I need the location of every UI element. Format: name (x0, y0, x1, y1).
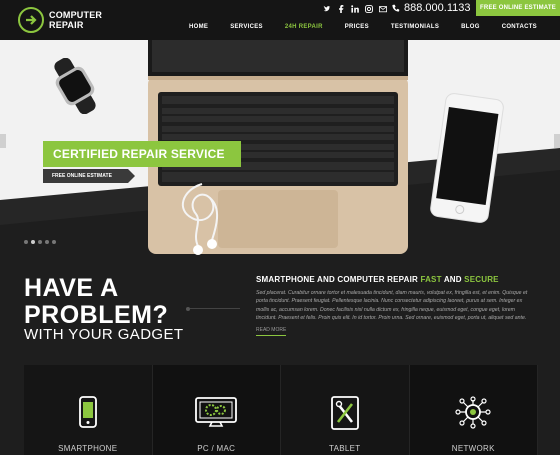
tablet-tools-icon (330, 396, 359, 430)
heading-secure: SECURE (464, 275, 499, 284)
hero-slider: CERTIFIED REPAIR SERVICE FREE ONLINE EST… (0, 40, 560, 258)
divider-line (190, 308, 240, 309)
logo-line-2: REPAIR (49, 20, 84, 30)
nav-services[interactable]: SERVICES (219, 24, 274, 30)
phone-icon (392, 4, 400, 12)
nav-testimonials[interactable]: TESTIMONIALS (380, 24, 450, 30)
smartwatch-image (54, 58, 96, 114)
smartphone-image (430, 93, 504, 223)
free-online-estimate-tag[interactable]: FREE ONLINE ESTIMATE (43, 169, 135, 183)
services-heading: SMARTPHONE AND COMPUTER REPAIR FAST AND … (256, 275, 499, 284)
slider-prev-arrow[interactable] (0, 134, 6, 148)
nav-contacts[interactable]: CONTACTS (491, 24, 548, 30)
service-card-smartphone[interactable]: SMARTPHONE (24, 365, 153, 455)
logo-text: COMPUTER REPAIR (49, 10, 102, 30)
arrow-right-icon (18, 7, 44, 33)
smartphone-icon (78, 396, 97, 428)
read-more-link[interactable]: READ MORE (256, 327, 287, 336)
email-icon[interactable] (376, 2, 390, 16)
slider-dot-active[interactable] (31, 240, 35, 244)
free-estimate-button[interactable]: FREE ONLINE ESTIMATE (476, 0, 560, 16)
phone-text: 888.000.1133 (404, 2, 471, 14)
certified-repair-service-banner: CERTIFIED REPAIR SERVICE (43, 141, 241, 167)
slider-dot[interactable] (38, 240, 42, 244)
service-card-network[interactable]: NETWORK (409, 365, 538, 455)
service-label: SMARTPHONE (58, 444, 118, 453)
main-nav: HOME SERVICES 24H REPAIR PRICES TESTIMON… (178, 24, 548, 30)
slider-dot[interactable] (24, 240, 28, 244)
monitor-gear-icon (195, 397, 238, 427)
service-label: PC / MAC (197, 444, 236, 453)
slider-dots (24, 240, 56, 244)
top-bar: COMPUTER REPAIR 888.000.1133 FREE ONLINE… (0, 0, 560, 40)
nav-blog[interactable]: BLOG (450, 24, 491, 30)
phone-number[interactable]: 888.000.1133 (392, 2, 470, 14)
slider-dot[interactable] (45, 240, 49, 244)
problem-subline: WITH YOUR GADGET (24, 326, 184, 343)
twitter-icon[interactable] (320, 2, 334, 16)
service-label: NETWORK (451, 444, 495, 453)
nav-prices[interactable]: PRICES (334, 24, 380, 30)
service-card-pc-mac[interactable]: PC / MAC (152, 365, 281, 455)
facebook-icon[interactable] (334, 2, 348, 16)
slider-dot[interactable] (52, 240, 56, 244)
network-icon (455, 396, 491, 429)
nav-24h-repair[interactable]: 24H REPAIR (274, 24, 334, 30)
heading-prefix: SMARTPHONE AND COMPUTER REPAIR (256, 275, 421, 284)
service-cards: SMARTPHONE PC / MAC TABLET NETWORK (24, 365, 538, 455)
services-paragraph: Sed placerat. Curabitur ornare tortor et… (256, 290, 528, 321)
instagram-icon[interactable] (362, 2, 376, 16)
nav-home[interactable]: HOME (178, 24, 219, 30)
slider-next-arrow[interactable] (554, 134, 560, 148)
service-card-tablet[interactable]: TABLET (281, 365, 410, 455)
service-label: TABLET (329, 444, 361, 453)
problem-section: HAVE A PROBLEM? WITH YOUR GADGET SMARTPH… (0, 258, 560, 455)
logo[interactable]: COMPUTER REPAIR (18, 7, 102, 33)
problem-headline: HAVE A PROBLEM? (24, 275, 184, 329)
logo-line-1: COMPUTER (49, 10, 103, 20)
headline-text: HAVE A PROBLEM? (24, 274, 169, 329)
heading-and: AND (441, 275, 465, 284)
earphones-image (181, 183, 218, 255)
heading-fast: FAST (420, 275, 442, 284)
linkedin-icon[interactable] (348, 2, 362, 16)
